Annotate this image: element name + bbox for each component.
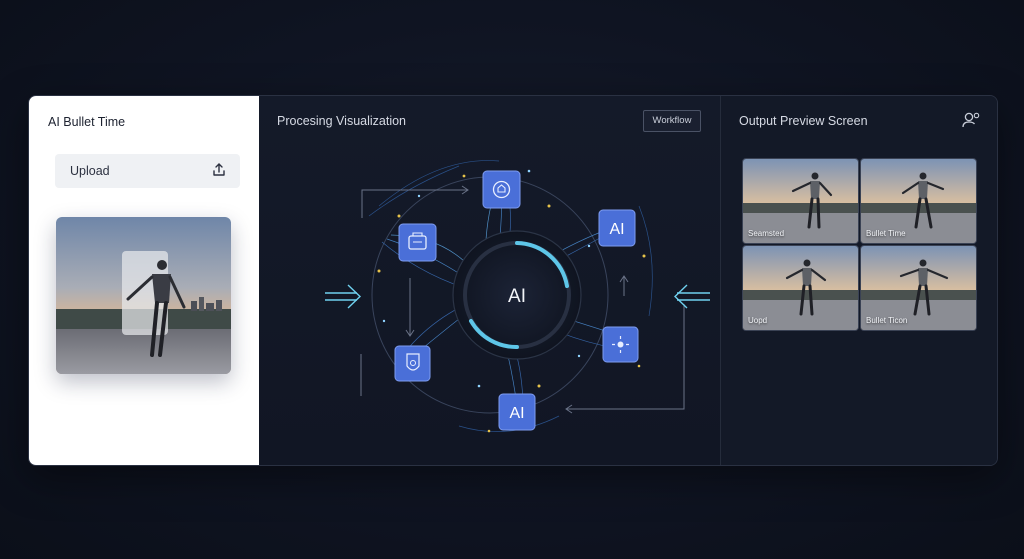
input-panel: AI Bullet Time Upload xyxy=(29,96,259,465)
input-arrow-right xyxy=(673,284,710,309)
processing-visualization: AI AI AI xyxy=(325,160,710,433)
user-settings-icon[interactable] xyxy=(961,110,981,130)
app-window: AI Bullet Time Upload AI AI AI Procesing… xyxy=(28,95,998,466)
thumbnail-caption: Bullet Time xyxy=(866,229,906,238)
thumbnail-caption: Seamsted xyxy=(748,229,785,238)
node-right-lower[interactable] xyxy=(602,326,639,363)
node-ai-label-upper: AI xyxy=(609,221,624,238)
thumbnail-caption: Uopd xyxy=(748,316,768,325)
ai-core-label: AI xyxy=(508,286,526,307)
output-thumbnail[interactable]: Bullet Time xyxy=(860,158,977,244)
output-thumbnail[interactable]: Bullet Ticon xyxy=(860,245,977,331)
processing-panel: AI AI AI Procesing Visualization Workflo… xyxy=(259,96,721,465)
output-panel: Output Preview Screen Seamsted Bullet Ti… xyxy=(721,96,997,465)
node-top[interactable] xyxy=(482,170,521,209)
node-bottom[interactable]: AI xyxy=(498,393,536,431)
node-left-lower[interactable] xyxy=(394,345,431,382)
node-left-upper[interactable] xyxy=(398,223,437,262)
photo-image xyxy=(56,217,231,374)
input-arrow-left xyxy=(325,284,362,309)
output-title: Output Preview Screen xyxy=(739,114,868,128)
upload-button-label: Upload xyxy=(70,164,110,178)
workflow-button[interactable]: Workflow xyxy=(643,110,701,132)
upload-icon xyxy=(213,163,225,176)
output-thumbnail[interactable]: Uopd xyxy=(742,245,859,331)
output-thumbnail-grid: Seamsted Bullet Time Uopd Bullet Ticon xyxy=(742,158,977,331)
upload-button[interactable]: Upload xyxy=(55,154,240,188)
thumbnail-caption: Bullet Ticon xyxy=(866,316,908,325)
node-ai-label-bottom: AI xyxy=(509,405,524,422)
processing-title: Procesing Visualization xyxy=(277,114,407,128)
uploaded-photo[interactable] xyxy=(56,217,231,374)
app-title: AI Bullet Time xyxy=(48,115,126,129)
output-thumbnail[interactable]: Seamsted xyxy=(742,158,859,244)
node-right-upper[interactable]: AI xyxy=(598,209,636,247)
